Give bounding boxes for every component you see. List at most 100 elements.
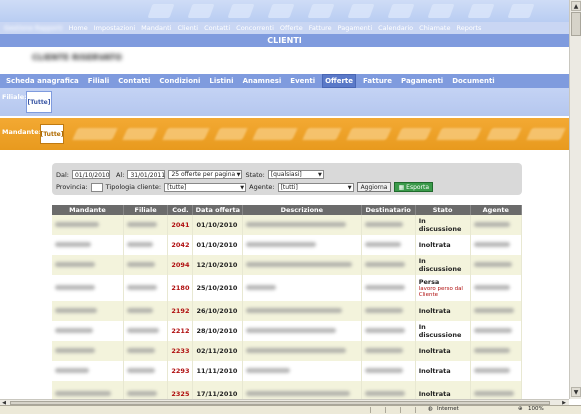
- table-row[interactable]: 2041 01/10/2010 In discussione: [52, 215, 523, 235]
- cell-cod[interactable]: 2041: [167, 215, 194, 235]
- cell-mandante: [52, 361, 124, 381]
- filiale-tutte-button[interactable]: [Tutte]: [26, 91, 52, 113]
- cell-descrizione: [242, 255, 362, 275]
- nav-contatti[interactable]: Contatti: [204, 24, 230, 32]
- mandante-item[interactable]: [486, 128, 522, 140]
- stato-label: Stato:: [245, 170, 265, 179]
- al-date-input[interactable]: 31/01/2011: [127, 170, 166, 179]
- top-navigation: Gestione Rapporti Home Impostazioni Mand…: [0, 22, 569, 34]
- cell-agente: [470, 215, 523, 235]
- tab-filiali[interactable]: Filiali: [86, 75, 112, 87]
- stato-note: lavoro perso dal Cliente: [418, 286, 463, 298]
- vertical-scrollbar[interactable]: ▲ ▼: [569, 0, 581, 399]
- cell-data: 02/11/2010: [192, 341, 244, 361]
- cell-filiale: [123, 381, 169, 399]
- cell-destinatario: [361, 301, 416, 321]
- tab-scheda-anagrafica[interactable]: Scheda anagrafica: [4, 75, 81, 87]
- scroll-thumb[interactable]: [571, 12, 581, 36]
- status-divider: [415, 407, 416, 413]
- tab-offerte[interactable]: Offerte: [322, 74, 357, 88]
- stato-select[interactable]: [qualsiasi]: [267, 170, 324, 179]
- tab-pagamenti[interactable]: Pagamenti: [399, 75, 445, 87]
- cell-cod[interactable]: 2212: [167, 321, 194, 341]
- mandante-item[interactable]: [122, 128, 158, 140]
- tab-contatti[interactable]: Contatti: [116, 75, 152, 87]
- cell-cod[interactable]: 2180: [167, 275, 194, 301]
- table-row[interactable]: 2094 12/10/2010 In discussione: [52, 255, 523, 275]
- tab-documenti[interactable]: Documenti: [450, 75, 497, 87]
- cell-filiale: [123, 255, 169, 275]
- provincia-input[interactable]: [90, 182, 103, 192]
- cell-cod[interactable]: 2042: [167, 235, 194, 255]
- table-row[interactable]: 2192 26/10/2010 Inoltrata: [52, 301, 523, 321]
- col-data-offerta[interactable]: Data offerta: [192, 205, 244, 215]
- offers-table: Mandante Filiale Cod. Data offerta Descr…: [52, 205, 523, 399]
- scroll-up-icon[interactable]: ▲: [571, 1, 581, 11]
- col-filiale[interactable]: Filiale: [123, 205, 169, 215]
- mandante-item[interactable]: [346, 128, 392, 140]
- cell-cod[interactable]: 2325: [167, 381, 194, 399]
- table-row[interactable]: 2293 11/11/2010 Inoltrata: [52, 361, 523, 381]
- tab-eventi[interactable]: Eventi: [288, 75, 317, 87]
- col-destinatario[interactable]: Destinatario: [361, 205, 416, 215]
- table-row[interactable]: 2042 01/10/2010 Inoltrata: [52, 235, 523, 255]
- col-stato[interactable]: Stato: [415, 205, 471, 215]
- agente-select[interactable]: [tutti]: [277, 182, 354, 192]
- nav-clienti[interactable]: Clienti: [177, 24, 198, 32]
- mandante-item[interactable]: [252, 128, 298, 140]
- scroll-down-icon[interactable]: ▼: [571, 387, 581, 397]
- dal-date-input[interactable]: 01/10/2010: [71, 170, 110, 179]
- header-banner: [0, 0, 569, 22]
- tab-anamnesi[interactable]: Anamnesi: [241, 75, 284, 87]
- banner-decoration: [427, 4, 455, 18]
- zoom-level[interactable]: 100%: [528, 406, 544, 412]
- aggiorna-button[interactable]: Aggiorna: [356, 182, 392, 192]
- mandante-item[interactable]: [72, 128, 118, 140]
- col-agente[interactable]: Agente: [470, 205, 523, 215]
- tab-fatture[interactable]: Fatture: [361, 75, 394, 87]
- nav-concorrenti[interactable]: Concorrenti: [236, 24, 274, 32]
- cell-destinatario: [361, 275, 416, 301]
- cell-descrizione: [242, 321, 362, 341]
- nav-offerte[interactable]: Offerte: [280, 24, 303, 32]
- cell-data: 12/10/2010: [192, 255, 244, 275]
- mandante-item[interactable]: [396, 128, 432, 140]
- mandante-tutte-button[interactable]: [Tutte]: [40, 124, 64, 144]
- col-descrizione[interactable]: Descrizione: [242, 205, 362, 215]
- mandante-item[interactable]: [436, 128, 482, 140]
- zoom-icon[interactable]: ⊕: [518, 406, 523, 412]
- mandante-item[interactable]: [162, 128, 210, 140]
- tab-condizioni[interactable]: Condizioni: [157, 75, 202, 87]
- mandante-item[interactable]: [526, 128, 566, 140]
- cell-descrizione: [242, 215, 362, 235]
- mandante-selector: Mandante: [Tutte]: [0, 118, 569, 150]
- table-row[interactable]: 2233 02/11/2010 Inoltrata: [52, 341, 523, 361]
- nav-reports[interactable]: Reports: [456, 24, 481, 32]
- nav-chiamate[interactable]: Chiamate: [419, 24, 450, 32]
- nav-pagamenti[interactable]: Pagamenti: [338, 24, 373, 32]
- cell-cod[interactable]: 2233: [167, 341, 194, 361]
- nav-mandanti[interactable]: Mandanti: [141, 24, 171, 32]
- cell-agente: [470, 361, 523, 381]
- table-row[interactable]: 2180 25/10/2010 Persa lavoro perso dal C…: [52, 275, 523, 301]
- cell-cod[interactable]: 2293: [167, 361, 194, 381]
- nav-fatture[interactable]: Fatture: [309, 24, 332, 32]
- per-page-select[interactable]: 25 offerte per pagina: [168, 170, 243, 179]
- cell-cod[interactable]: 2094: [167, 255, 194, 275]
- nav-impostazioni[interactable]: Impostazioni: [94, 24, 135, 32]
- tipologia-select[interactable]: [tutte]: [164, 182, 247, 192]
- mandante-item[interactable]: [214, 128, 248, 140]
- cell-data: 01/10/2010: [192, 235, 244, 255]
- table-row[interactable]: 2325 17/11/2010 Inoltrata: [52, 381, 523, 399]
- col-mandante[interactable]: Mandante: [52, 205, 124, 215]
- cell-cod[interactable]: 2192: [167, 301, 194, 321]
- table-row[interactable]: 2212 28/10/2010 In discussione: [52, 321, 523, 341]
- nav-calendario[interactable]: Calendario: [378, 24, 413, 32]
- tipologia-label: Tipologia cliente:: [105, 183, 162, 191]
- security-zone: Internet: [437, 406, 459, 412]
- col-cod[interactable]: Cod.: [167, 205, 194, 215]
- nav-home[interactable]: Home: [69, 24, 88, 32]
- mandante-item[interactable]: [302, 128, 342, 140]
- tab-listini[interactable]: Listini: [207, 75, 235, 87]
- esporta-button[interactable]: ▦ Esporta: [394, 182, 434, 192]
